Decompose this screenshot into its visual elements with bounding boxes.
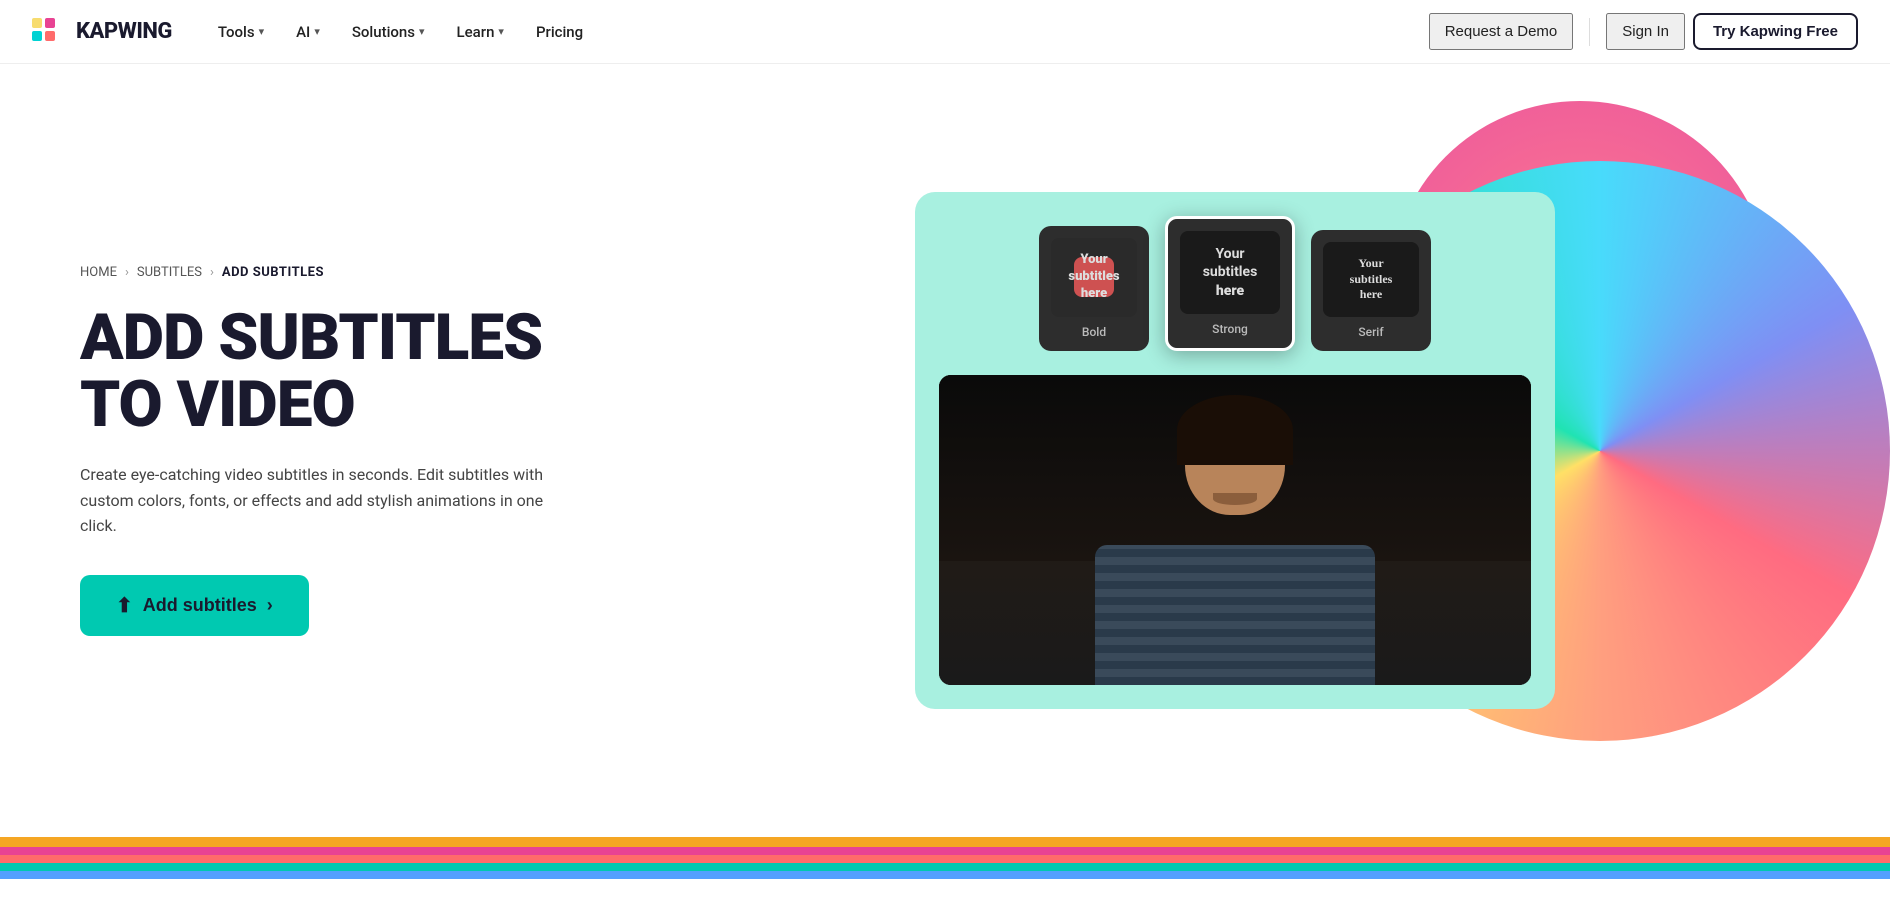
style-card-bold-preview: Yoursubtitleshere <box>1051 238 1137 317</box>
hero-description: Create eye-catching video subtitles in s… <box>80 462 560 539</box>
style-strong-label: Strong <box>1212 322 1248 336</box>
nav-pricing[interactable]: Pricing <box>522 15 597 49</box>
nav-tools[interactable]: Tools ▾ <box>204 15 278 49</box>
nav-links: Tools ▾ AI ▾ Solutions ▾ Learn ▾ Pricing <box>204 15 597 49</box>
breadcrumb: HOME › SUBTITLES › ADD SUBTITLES <box>80 265 660 280</box>
bottom-line-4 <box>0 863 1890 871</box>
bottom-line-1 <box>0 837 1890 847</box>
style-card-bold[interactable]: Yoursubtitleshere Bold <box>1039 226 1149 351</box>
nav-right: Request a Demo Sign In Try Kapwing Free <box>1429 13 1858 50</box>
style-serif-label: Serif <box>1358 325 1383 339</box>
hero-visual: Yoursubtitleshere Bold Yoursubtitleshere… <box>660 181 1810 721</box>
style-card-strong-preview: Yoursubtitleshere <box>1180 231 1280 314</box>
preview-card: Yoursubtitleshere Bold Yoursubtitleshere… <box>915 192 1555 709</box>
arrow-right-icon: › <box>267 595 273 616</box>
logo[interactable]: KAPWING <box>32 18 172 46</box>
breadcrumb-subtitles[interactable]: SUBTITLES <box>137 265 202 280</box>
breadcrumb-current: ADD SUBTITLES <box>222 265 324 280</box>
add-subtitles-button[interactable]: ⬆ Add subtitles › <box>80 575 309 636</box>
style-card-serif-preview: Yoursubtitleshere <box>1323 242 1419 317</box>
upload-icon: ⬆ <box>116 593 133 618</box>
try-free-button[interactable]: Try Kapwing Free <box>1693 13 1858 50</box>
style-cards-row: Yoursubtitleshere Bold Yoursubtitleshere… <box>939 216 1531 359</box>
bottom-lines <box>0 837 1890 897</box>
sign-in-button[interactable]: Sign In <box>1606 13 1685 50</box>
nav-divider <box>1589 18 1590 46</box>
logo-text: KAPWING <box>76 19 172 44</box>
nav-learn[interactable]: Learn ▾ <box>443 15 518 49</box>
chevron-down-icon: ▾ <box>314 25 320 38</box>
style-card-serif[interactable]: Yoursubtitleshere Serif <box>1311 230 1431 351</box>
style-card-strong[interactable]: Yoursubtitleshere Strong <box>1165 216 1295 351</box>
video-preview: it has saved me somuch time. <box>939 375 1531 685</box>
hero-title: ADD SUBTITLES TO VIDEO <box>80 304 660 438</box>
nav-ai[interactable]: AI ▾ <box>282 15 334 49</box>
main-content: HOME › SUBTITLES › ADD SUBTITLES ADD SUB… <box>0 64 1890 837</box>
chevron-down-icon: ▾ <box>498 25 504 38</box>
hero-left: HOME › SUBTITLES › ADD SUBTITLES ADD SUB… <box>80 265 660 636</box>
bottom-line-2 <box>0 847 1890 855</box>
navbar: KAPWING Tools ▾ AI ▾ Solutions ▾ Learn ▾… <box>0 0 1890 64</box>
breadcrumb-sep1: › <box>125 265 129 280</box>
chevron-down-icon: ▾ <box>419 25 425 38</box>
breadcrumb-home[interactable]: HOME <box>80 265 117 280</box>
breadcrumb-sep2: › <box>210 265 214 280</box>
bottom-line-3 <box>0 855 1890 863</box>
logo-icon <box>32 18 68 46</box>
video-person: it has saved me somuch time. <box>939 375 1531 685</box>
chevron-down-icon: ▾ <box>259 25 265 38</box>
nav-left: KAPWING Tools ▾ AI ▾ Solutions ▾ Learn ▾… <box>32 15 597 49</box>
nav-solutions[interactable]: Solutions ▾ <box>338 15 439 49</box>
request-demo-button[interactable]: Request a Demo <box>1429 13 1574 50</box>
bottom-line-5 <box>0 871 1890 879</box>
style-bold-label: Bold <box>1082 325 1106 339</box>
